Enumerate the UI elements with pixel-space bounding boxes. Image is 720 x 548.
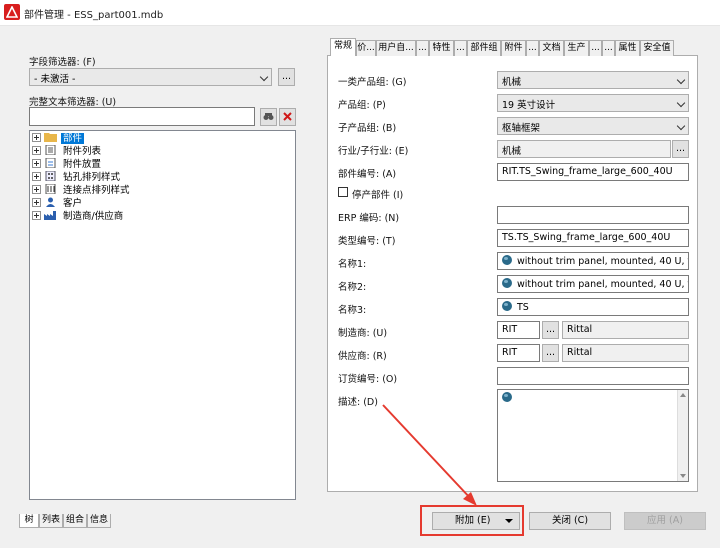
annotation-arrow — [382, 404, 477, 506]
